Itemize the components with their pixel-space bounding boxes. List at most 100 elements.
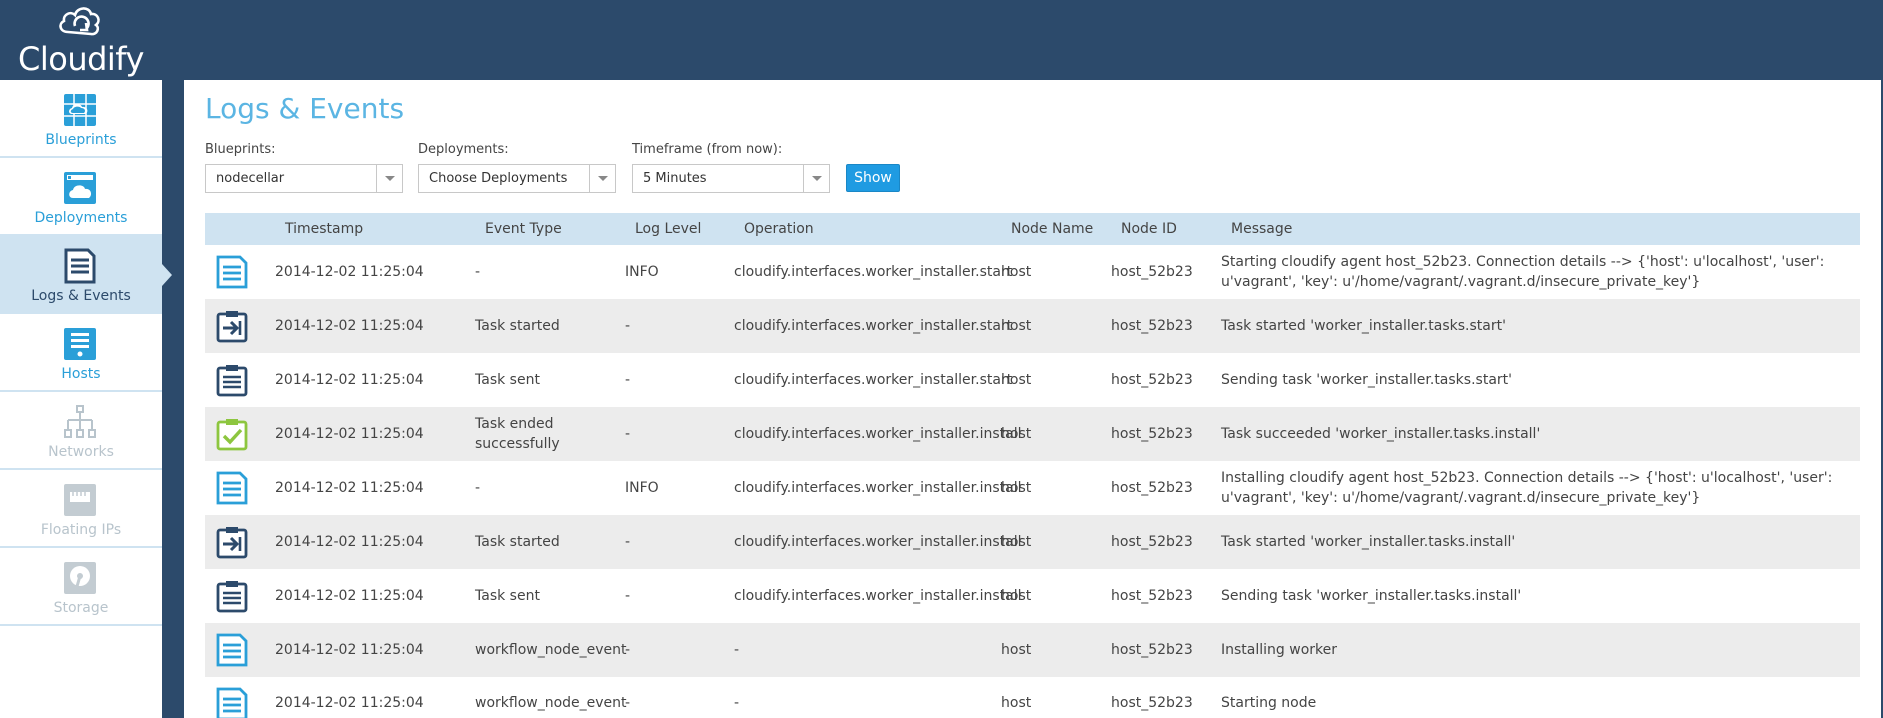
top-header: Cloudify <box>0 0 1883 80</box>
sidebar-item-deployments[interactable]: Deployments <box>0 158 162 236</box>
cell-log-level: INFO <box>625 264 659 280</box>
column-header-event-type[interactable]: Event Type <box>485 221 562 237</box>
table-row[interactable]: 2014-12-02 11:25:04 Task sent - cloudify… <box>205 569 1860 623</box>
table-row[interactable]: 2014-12-02 11:25:04 - INFO cloudify.inte… <box>205 245 1860 299</box>
cell-node-name: host <box>1001 264 1032 280</box>
cell-timestamp: 2014-12-02 11:25:04 <box>275 426 424 442</box>
cell-node-name: host <box>1001 318 1032 334</box>
cell-operation: cloudify.interfaces.worker_installer.sta… <box>734 372 1013 388</box>
cell-message: Installing cloudify agent host_52b23. Co… <box>1221 470 1833 506</box>
cell-node-name: host <box>1001 480 1032 496</box>
blueprints-filter-label: Blueprints: <box>205 142 276 157</box>
cell-log-level: - <box>625 695 631 711</box>
cell-operation: cloudify.interfaces.worker_installer.sta… <box>734 318 1013 334</box>
cell-node-id: host_52b23 <box>1111 264 1193 280</box>
sidebar-item-blueprints[interactable]: Blueprints <box>0 80 162 158</box>
column-header-node-name[interactable]: Node Name <box>1011 221 1093 237</box>
deployments-select[interactable]: Choose Deployments <box>418 164 616 193</box>
column-header-timestamp[interactable]: Timestamp <box>285 221 363 237</box>
cell-node-id: host_52b23 <box>1111 372 1193 388</box>
active-nav-indicator <box>162 264 172 286</box>
cell-node-name: host <box>1001 534 1032 550</box>
storage-icon <box>64 562 96 594</box>
sidebar-item-hosts[interactable]: Hosts <box>0 314 162 392</box>
cell-operation: cloudify.interfaces.worker_installer.sta… <box>734 264 1013 280</box>
table-row[interactable]: 2014-12-02 11:25:04 - INFO cloudify.inte… <box>205 461 1860 515</box>
cell-operation: cloudify.interfaces.worker_installer.ins… <box>734 534 1022 550</box>
sidebar-item-floating-ips[interactable]: Floating IPs <box>0 470 162 548</box>
chevron-down-icon[interactable] <box>589 165 615 192</box>
cell-message: Task started 'worker_installer.tasks.sta… <box>1221 318 1506 334</box>
sidebar: Blueprints Deployments Logs & Events Hos… <box>0 80 162 718</box>
table-row[interactable]: 2014-12-02 11:25:04 workflow_node_event … <box>205 623 1860 677</box>
chevron-down-icon[interactable] <box>376 165 402 192</box>
logs-events-icon <box>64 248 96 284</box>
cell-event-type: Task ended successfully <box>475 416 560 452</box>
log-icon <box>216 471 248 505</box>
cell-node-id: host_52b23 <box>1111 534 1193 550</box>
main-content: Logs & Events Blueprints: nodecellar Dep… <box>184 80 1881 718</box>
sidebar-item-networks[interactable]: Networks <box>0 392 162 470</box>
column-header-node-id[interactable]: Node ID <box>1121 221 1177 237</box>
cell-operation: cloudify.interfaces.worker_installer.ins… <box>734 480 1022 496</box>
cell-log-level: - <box>625 588 631 604</box>
deployments-icon <box>64 172 96 204</box>
cell-message: Starting node <box>1221 695 1317 711</box>
cell-node-id: host_52b23 <box>1111 695 1193 711</box>
cell-node-id: host_52b23 <box>1111 318 1193 334</box>
cloudify-logo[interactable]: Cloudify <box>14 2 144 78</box>
cell-event-type: Task started <box>475 318 560 334</box>
task-started-icon <box>216 527 248 559</box>
task-succeeded-icon <box>216 419 248 451</box>
table-row[interactable]: 2014-12-02 11:25:04 workflow_node_event … <box>205 677 1860 718</box>
log-icon <box>216 633 248 667</box>
timeframe-select[interactable]: 5 Minutes <box>632 164 830 193</box>
cell-timestamp: 2014-12-02 11:25:04 <box>275 695 424 711</box>
cell-node-name: host <box>1001 372 1032 388</box>
cell-message: Task started 'worker_installer.tasks.ins… <box>1221 534 1516 550</box>
cell-event-type: Task sent <box>475 588 540 604</box>
cell-node-name: host <box>1001 588 1032 604</box>
sidebar-item-storage[interactable]: Storage <box>0 548 162 626</box>
cell-timestamp: 2014-12-02 11:25:04 <box>275 642 424 658</box>
cell-node-id: host_52b23 <box>1111 642 1193 658</box>
cell-log-level: - <box>625 642 631 658</box>
cloud-logo-icon <box>59 7 100 36</box>
column-header-operation[interactable]: Operation <box>744 221 814 237</box>
table-row[interactable]: 2014-12-02 11:25:04 Task ended successfu… <box>205 407 1860 461</box>
table-row[interactable]: 2014-12-02 11:25:04 Task started - cloud… <box>205 299 1860 353</box>
sidebar-item-label: Hosts <box>61 366 101 382</box>
floating-ips-icon <box>64 484 96 516</box>
cell-node-name: host <box>1001 426 1032 442</box>
cell-node-id: host_52b23 <box>1111 426 1193 442</box>
cell-operation: - <box>734 695 740 711</box>
table-row[interactable]: 2014-12-02 11:25:04 Task started - cloud… <box>205 515 1860 569</box>
cell-timestamp: 2014-12-02 11:25:04 <box>275 318 424 334</box>
cell-message: Installing worker <box>1221 642 1337 658</box>
cell-message: Starting cloudify agent host_52b23. Conn… <box>1221 254 1825 290</box>
cell-timestamp: 2014-12-02 11:25:04 <box>275 588 424 604</box>
cell-event-type: Task sent <box>475 372 540 388</box>
cell-message: Task succeeded 'worker_installer.tasks.i… <box>1221 426 1541 442</box>
task-started-icon <box>216 311 248 343</box>
networks-icon <box>64 405 96 438</box>
sidebar-item-label: Storage <box>53 600 109 616</box>
chevron-down-icon[interactable] <box>803 165 829 192</box>
sidebar-item-logs-events[interactable]: Logs & Events <box>0 236 162 314</box>
cell-event-type: - <box>475 480 481 496</box>
cell-timestamp: 2014-12-02 11:25:04 <box>275 264 424 280</box>
blueprints-select-value: nodecellar <box>216 171 285 186</box>
column-header-message[interactable]: Message <box>1231 221 1292 237</box>
cell-node-name: host <box>1001 642 1032 658</box>
deployments-filter-label: Deployments: <box>418 142 509 157</box>
blueprints-select[interactable]: nodecellar <box>205 164 403 193</box>
cell-operation: - <box>734 642 740 658</box>
page-title: Logs & Events <box>205 92 405 125</box>
show-button[interactable]: Show <box>846 164 900 192</box>
cell-log-level: INFO <box>625 480 659 496</box>
sidebar-item-label: Networks <box>48 444 114 460</box>
table-row[interactable]: 2014-12-02 11:25:04 Task sent - cloudify… <box>205 353 1860 407</box>
sidebar-item-label: Logs & Events <box>31 288 131 304</box>
task-sent-icon <box>216 581 248 613</box>
column-header-log-level[interactable]: Log Level <box>635 221 701 237</box>
